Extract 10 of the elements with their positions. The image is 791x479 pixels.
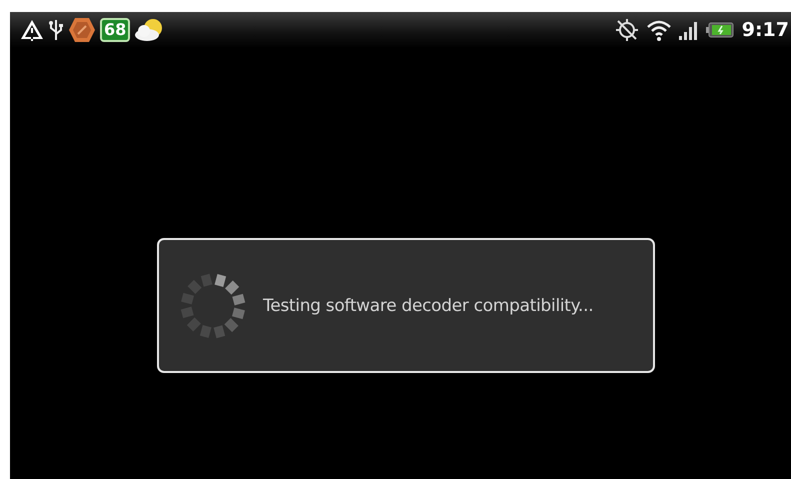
clock-time: 9:17 xyxy=(742,19,789,41)
notification-badge: 68 xyxy=(100,18,130,42)
usb-icon xyxy=(48,18,64,42)
gps-off-icon xyxy=(614,17,640,43)
hexagon-icon xyxy=(68,16,96,44)
battery-icon xyxy=(706,22,734,38)
signal-icon xyxy=(678,20,700,40)
dialog-message: Testing software decoder compatibility... xyxy=(263,296,594,316)
warning-icon xyxy=(20,18,44,42)
wifi-icon xyxy=(646,18,672,42)
